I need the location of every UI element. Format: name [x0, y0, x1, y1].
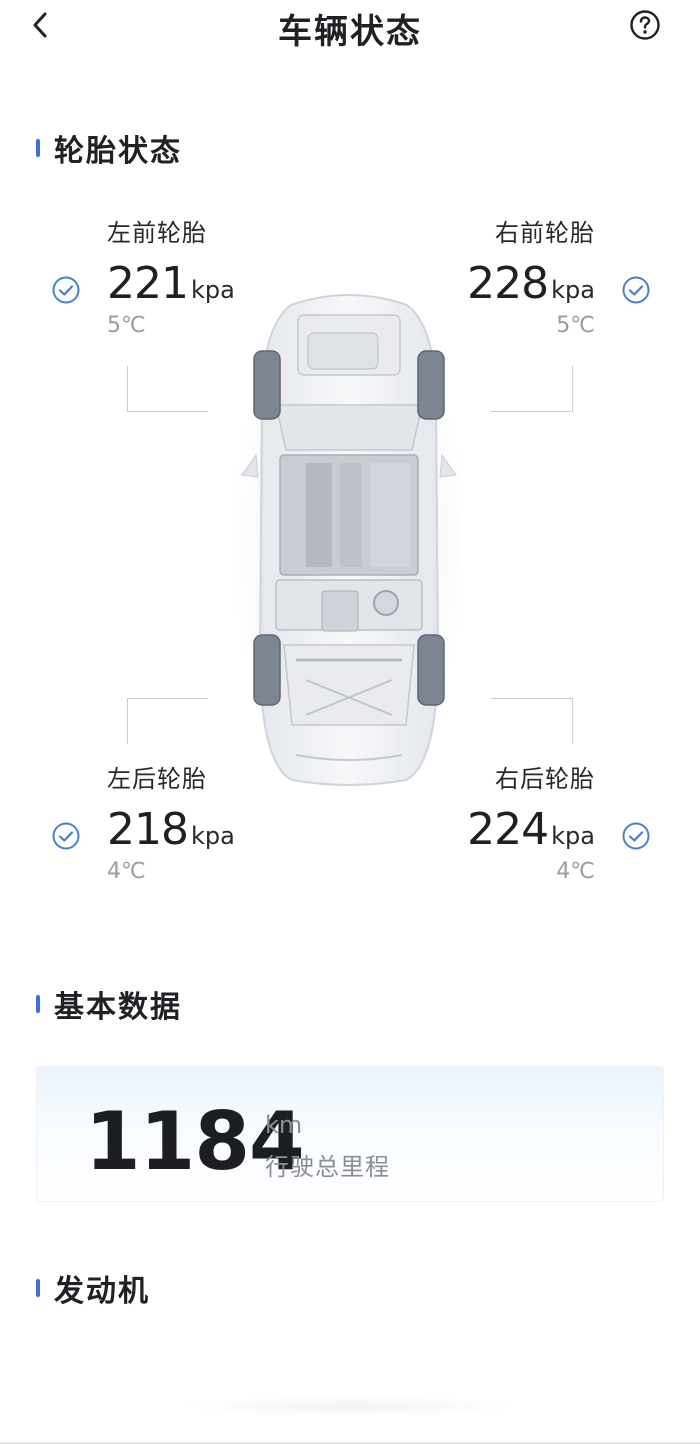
tire-pressure-value: 228 [467, 258, 549, 309]
section-accent-bar [36, 995, 40, 1013]
mileage-unit: km [265, 1111, 303, 1139]
section-basic-data: 基本数据 [36, 982, 182, 1026]
section-tire-status: 轮胎状态 [36, 126, 182, 170]
tire-temperature: 5℃ [107, 313, 146, 338]
tire-label: 左后轮胎 [107, 765, 207, 793]
section-title: 发动机 [54, 1274, 150, 1309]
tire-label: 左前轮胎 [107, 219, 207, 247]
rear-right-connector [491, 698, 573, 744]
tire-pressure: 218 kpa [107, 804, 235, 855]
page-title: 车辆状态 [278, 12, 422, 52]
rear-left-connector [127, 698, 208, 744]
tire-temperature: 4℃ [556, 859, 595, 884]
check-circle-icon [622, 276, 650, 304]
scroll-fade [180, 1396, 520, 1416]
tire-label: 右后轮胎 [495, 765, 595, 793]
tire-pressure-value: 218 [107, 804, 189, 855]
help-button[interactable] [628, 8, 662, 42]
section-accent-bar [36, 139, 40, 157]
tire-rear-left: 左后轮胎 218 kpa 4℃ [107, 759, 235, 884]
check-circle-icon [52, 276, 80, 304]
tire-rear-right: 右后轮胎 224 kpa 4℃ [467, 759, 595, 884]
tire-pressure: 224 kpa [467, 804, 595, 855]
section-engine: 发动机 [36, 1266, 150, 1310]
section-title: 基本数据 [54, 990, 182, 1025]
tire-pressure-unit: kpa [551, 276, 595, 304]
check-circle-icon [52, 822, 80, 850]
header: 车辆状态 [0, 0, 700, 56]
tire-pressure-value: 221 [107, 258, 189, 309]
tire-label: 右前轮胎 [495, 219, 595, 247]
tire-pressure: 221 kpa [107, 258, 235, 309]
tire-pressure: 228 kpa [467, 258, 595, 309]
tire-pressure-value: 224 [467, 804, 549, 855]
tire-pressure-unit: kpa [190, 822, 235, 850]
tire-front-left: 左前轮胎 221 kpa 5℃ [107, 213, 235, 338]
question-circle-icon [630, 10, 660, 40]
tire-temperature: 5℃ [556, 313, 595, 338]
section-accent-bar [36, 1279, 40, 1297]
vehicle-status-page: 车辆状态 轮胎状态 左前轮胎 221 kpa 5℃ 右前轮胎 228 kpa 5… [0, 0, 700, 1444]
tire-pressure-unit: kpa [551, 822, 595, 850]
check-circle-icon [622, 822, 650, 850]
tire-front-right: 右前轮胎 228 kpa 5℃ [467, 213, 595, 338]
front-right-connector [491, 366, 573, 412]
front-left-connector [127, 366, 208, 412]
mileage-label: 行驶总里程 [265, 1153, 390, 1181]
mileage-card: 1184 km 行驶总里程 [36, 1066, 664, 1202]
car-chassis-image [236, 285, 462, 795]
tire-pressure-unit: kpa [190, 276, 235, 304]
tire-temperature: 4℃ [107, 859, 146, 884]
section-title: 轮胎状态 [54, 134, 182, 169]
